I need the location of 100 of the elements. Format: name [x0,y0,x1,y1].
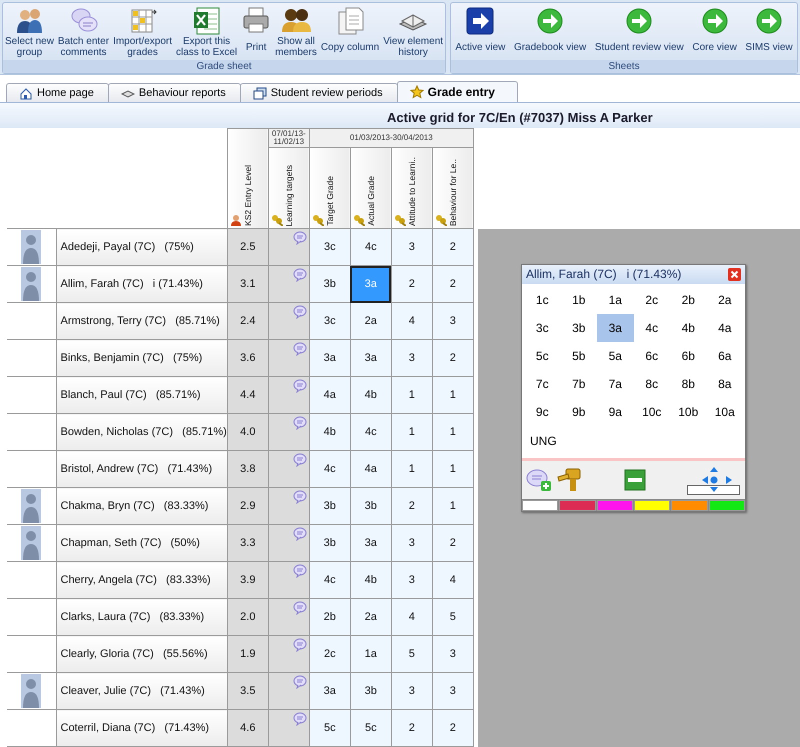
toolbar-button[interactable]: Copy column [318,6,382,58]
comment-icon[interactable] [292,601,307,615]
toolbar-button[interactable]: Gradebook view [512,6,588,58]
grade-cell[interactable]: 5c [309,710,350,746]
grade-cell[interactable]: 3 [432,672,474,710]
toolbar-button[interactable]: Batch enter comments [56,6,112,58]
grade-cell[interactable]: 3a [350,340,392,376]
grade-cell[interactable]: 3b [309,266,350,302]
grade-cell[interactable]: 3a [309,340,350,376]
comment-icon[interactable] [292,342,307,356]
toolbar-button[interactable]: Core view [690,6,739,58]
grade-option[interactable]: 6a [706,342,743,370]
grade-cell[interactable]: 4b [350,376,392,414]
color-swatch[interactable] [671,500,708,511]
grade-cell[interactable]: 3b [350,488,392,524]
grade-cell[interactable]: 2 [432,524,474,562]
grade-cell[interactable]: 3 [391,340,432,376]
grade-cell[interactable]: 5 [391,636,432,672]
comment-icon[interactable] [292,416,307,430]
color-swatch[interactable] [596,500,633,511]
comment-icon[interactable] [292,712,307,726]
grade-option[interactable]: 4b [670,314,706,342]
direction-arrows-icon[interactable] [687,465,741,496]
grade-cell[interactable]: 1 [432,414,474,450]
grade-cell[interactable]: 3a [350,524,392,562]
color-swatch[interactable] [634,500,670,511]
grade-cell[interactable]: 2 [432,228,474,266]
grade-cell[interactable]: 4c [309,562,350,598]
comment-icon[interactable] [292,490,307,504]
grade-option[interactable]: 9a [597,398,634,426]
grade-option[interactable]: 5c [524,342,560,370]
comment-icon[interactable] [292,675,307,689]
toolbar-button[interactable]: SIMS view [743,6,795,58]
grade-cell[interactable]: 4c [350,228,392,266]
grade-option[interactable]: 9c [524,398,560,426]
grade-option[interactable]: 1a [597,286,634,314]
comment-icon[interactable] [292,527,307,541]
grade-option[interactable]: 6b [670,342,706,370]
grade-cell[interactable]: 3b [309,488,350,524]
grade-option[interactable]: 10b [670,398,706,426]
grade-cell[interactable]: 3 [391,524,432,562]
tab[interactable]: Grade entry [396,81,518,102]
toolbar-button[interactable]: Export this class to Excel [174,6,240,58]
grade-cell[interactable]: 3 [391,672,432,710]
toolbar-button[interactable]: Active view [453,6,508,58]
grade-cell[interactable]: 3a [309,672,350,710]
grade-cell[interactable]: 1 [432,488,474,524]
grade-cell[interactable]: 1a [350,636,392,672]
grade-cell[interactable]: 3c [309,302,350,340]
comment-icon[interactable] [292,379,307,393]
grade-cell[interactable]: 1 [391,376,432,414]
grade-cell[interactable]: 3b [350,672,392,710]
grade-option[interactable]: 4c [634,314,670,342]
comment-icon[interactable] [292,453,307,467]
grade-cell[interactable]: 2a [350,302,392,340]
grade-cell[interactable]: 1 [391,450,432,488]
toolbar-button[interactable]: Show all members [273,6,319,58]
grade-cell[interactable]: 2 [391,266,432,302]
toolbar-button[interactable]: Student review view [592,6,686,58]
grade-option[interactable]: 2a [706,286,743,314]
grade-cell[interactable]: 3b [309,524,350,562]
comment-icon[interactable] [292,231,307,245]
grade-cell[interactable]: 4 [391,302,432,340]
grade-cell[interactable]: 4a [350,450,392,488]
grade-option[interactable]: 7a [597,370,634,398]
grade-cell[interactable]: 4 [432,562,474,598]
grade-cell[interactable]: 1 [432,376,474,414]
grade-cell[interactable]: 2 [432,710,474,746]
grade-option[interactable]: 2b [670,286,706,314]
grade-option[interactable]: 1b [560,286,597,314]
grade-cell[interactable]: 3 [391,228,432,266]
grade-cell[interactable]: 3c [309,228,350,266]
grade-option[interactable]: 9b [560,398,597,426]
tab[interactable]: Home page [6,83,109,102]
toolbar-button[interactable]: Import/export grades [111,6,174,58]
color-swatch[interactable] [522,500,558,511]
grade-cell[interactable]: 5 [432,598,474,636]
grade-option[interactable]: 10a [706,398,743,426]
grade-cell[interactable]: 2b [309,598,350,636]
close-icon[interactable] [728,268,741,281]
grade-option[interactable]: 4a [706,314,743,342]
grade-option[interactable]: 3c [524,314,560,342]
grade-cell[interactable]: 4c [309,450,350,488]
grade-option[interactable]: 10c [634,398,670,426]
grade-option[interactable]: 2c [634,286,670,314]
toolbar-button[interactable]: Print [239,6,274,58]
grade-option[interactable]: 7c [524,370,560,398]
grade-cell[interactable]: 5c [350,710,392,746]
grade-option[interactable]: 6c [634,342,670,370]
comment-icon[interactable] [292,268,307,282]
grade-cell[interactable]: 4b [309,414,350,450]
grade-cell[interactable]: 1 [391,414,432,450]
comment-icon[interactable] [292,638,307,652]
toolbar-button[interactable]: View element history [381,6,446,58]
tab[interactable]: Student review periods [240,83,398,102]
grade-option[interactable]: 3a [597,314,634,342]
gavel-icon[interactable] [556,467,582,494]
grade-option[interactable]: 7b [560,370,597,398]
comment-icon[interactable] [292,564,307,578]
grade-cell[interactable]: 2 [391,710,432,746]
